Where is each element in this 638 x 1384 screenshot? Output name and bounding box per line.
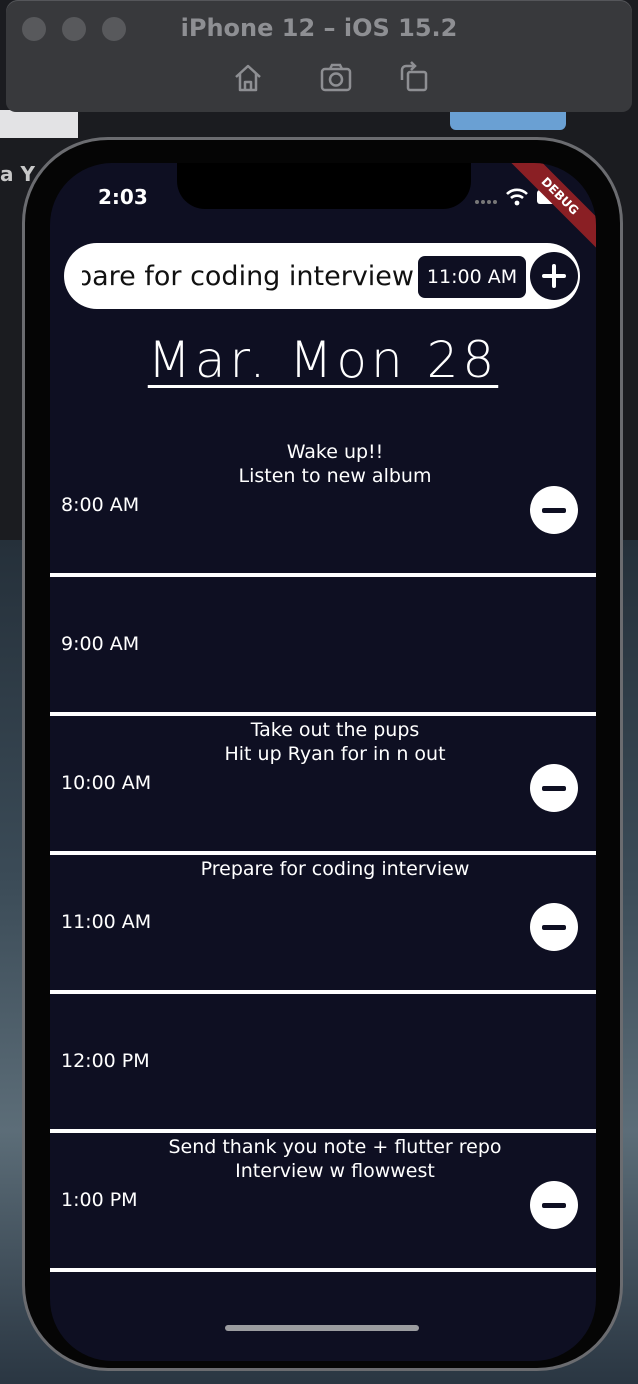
task-item: Take out the pups (250, 719, 420, 741)
rotate-icon[interactable] (396, 60, 432, 96)
task-input[interactable] (82, 253, 414, 299)
remove-task-button[interactable] (530, 903, 578, 951)
plus-icon (542, 264, 566, 288)
slot-time-label: 11:00 AM (61, 911, 152, 933)
schedule-slot: Prepare for coding interview 11:00 AM (50, 855, 596, 994)
slot-tasks: Wake up!! Listen to new album (50, 440, 596, 488)
minus-icon (542, 785, 566, 791)
task-item: Wake up!! (286, 441, 384, 463)
phone-screen: 2:03 DEBUG 11:00 AM Mar. Mon 28 Wake up!… (50, 163, 596, 1361)
slot-time-label: 10:00 AM (61, 772, 152, 794)
add-task-button[interactable] (530, 252, 578, 300)
desktop-window-fragment (0, 110, 78, 138)
date-heading: Mar. Mon 28 (147, 331, 499, 389)
home-icon[interactable] (230, 60, 266, 96)
schedule-slot: Send thank you note + flutter repo Interv… (50, 1133, 596, 1272)
remove-task-button[interactable] (530, 1181, 578, 1229)
time-picker-chip[interactable]: 11:00 AM (418, 256, 526, 298)
slot-time-label: 9:00 AM (61, 633, 140, 655)
notch (177, 163, 471, 209)
desktop-button-fragment (450, 112, 566, 130)
simulator-title: iPhone 12 – iOS 15.2 (180, 14, 458, 42)
slot-tasks: Prepare for coding interview (50, 857, 596, 881)
minus-icon (542, 1202, 566, 1208)
slot-time-label: 12:00 PM (61, 1050, 150, 1072)
wifi-icon (506, 188, 528, 210)
task-item: Prepare for coding interview (200, 858, 470, 880)
minus-icon (542, 924, 566, 930)
schedule-slot: 9:00 AM (50, 577, 596, 716)
minus-icon (542, 507, 566, 513)
task-item: Hit up Ryan for in n out (224, 743, 446, 765)
desktop-text-fragment: a Y (0, 162, 35, 186)
slot-tasks: Take out the pups Hit up Ryan for in n ou… (50, 718, 596, 766)
task-item: Send thank you note + flutter repo (168, 1136, 502, 1158)
remove-task-button[interactable] (530, 486, 578, 534)
home-indicator[interactable] (225, 1325, 419, 1331)
status-time: 2:03 (98, 185, 148, 209)
task-item: Listen to new album (238, 465, 432, 487)
schedule-slot: Wake up!! Listen to new album 8:00 AM (50, 438, 596, 577)
task-item: Interview w flowwest (235, 1160, 435, 1182)
task-input-bar: 11:00 AM (64, 243, 580, 309)
slot-tasks: Send thank you note + flutter repo Interv… (50, 1135, 596, 1183)
schedule-slot: 12:00 PM (50, 994, 596, 1133)
schedule-list: Wake up!! Listen to new album 8:00 AM 9:00 … (50, 438, 596, 1272)
remove-task-button[interactable] (530, 764, 578, 812)
schedule-slot: Take out the pups Hit up Ryan for in n ou… (50, 716, 596, 855)
signal-icon (474, 190, 498, 209)
slot-time-label: 1:00 PM (61, 1189, 138, 1211)
slot-time-label: 8:00 AM (61, 494, 140, 516)
screenshot-icon[interactable] (318, 60, 354, 96)
